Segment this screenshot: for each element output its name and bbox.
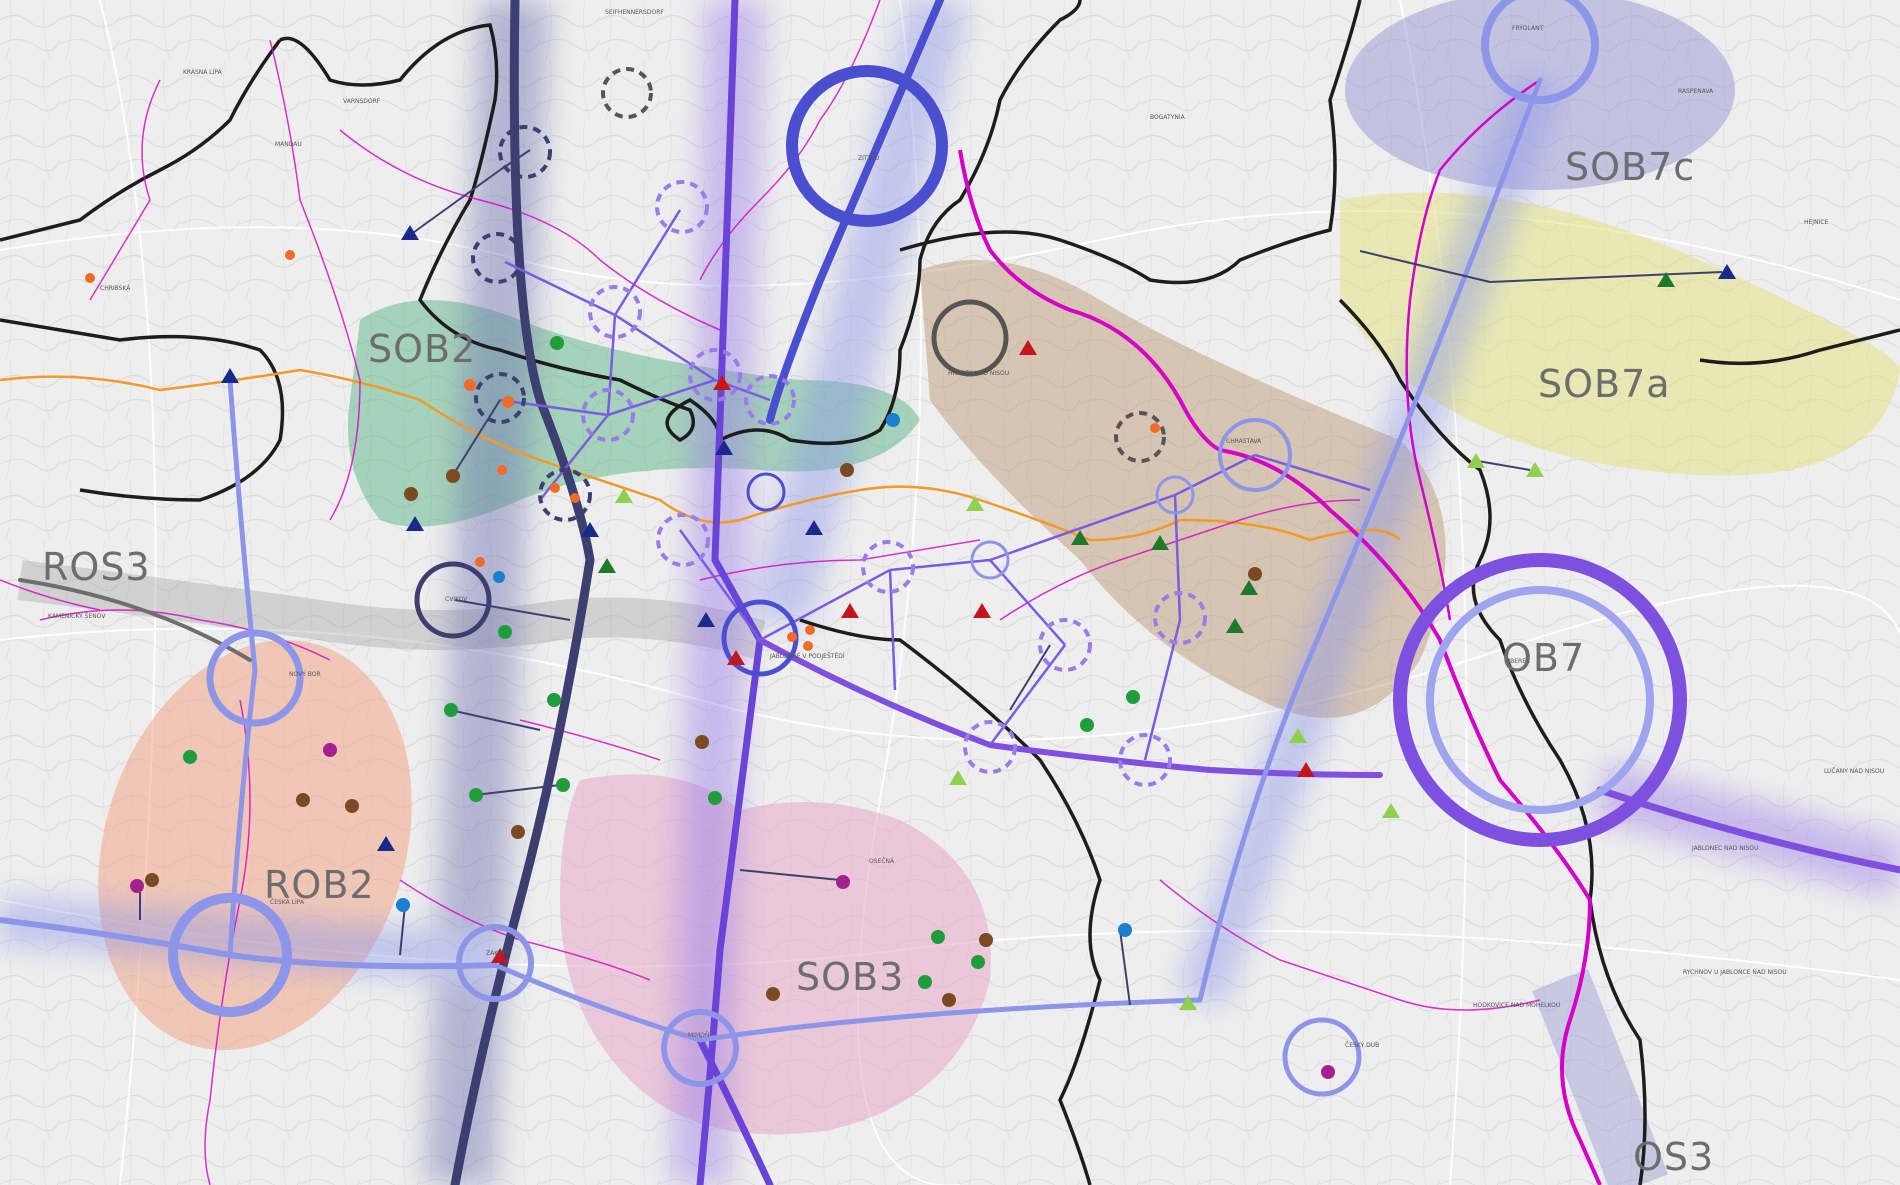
zone-label-sob7a: SOB7a <box>1538 362 1671 406</box>
svg-text:MIMOŇ: MIMOŇ <box>688 1032 709 1039</box>
svg-text:BOGATYNIA: BOGATYNIA <box>1150 114 1186 121</box>
svg-text:ZITTAU: ZITTAU <box>858 155 879 162</box>
svg-text:MANDAU: MANDAU <box>275 141 302 148</box>
svg-text:HRÁDEK NAD NISOU: HRÁDEK NAD NISOU <box>948 370 1009 377</box>
svg-text:CHRIBSKÁ: CHRIBSKÁ <box>100 285 131 292</box>
svg-text:KAMENICKÝ ŠENOV: KAMENICKÝ ŠENOV <box>48 613 106 620</box>
svg-text:HODKOVICE NAD MOHELKOU: HODKOVICE NAD MOHELKOU <box>1473 1002 1560 1009</box>
svg-text:OSEČNÁ: OSEČNÁ <box>869 858 895 865</box>
svg-text:FRÝDLANT: FRÝDLANT <box>1512 25 1544 32</box>
zone-label-rob2: ROB2 <box>264 863 375 907</box>
svg-text:LUČANY NAD NISOU: LUČANY NAD NISOU <box>1824 768 1884 775</box>
svg-text:CHRASTAVA: CHRASTAVA <box>1226 438 1262 445</box>
zone-label-sob7c: SOB7c <box>1565 145 1695 189</box>
svg-text:JABLONNÉ V PODJEŠTĚDÍ: JABLONNÉ V PODJEŠTĚDÍ <box>769 652 845 660</box>
svg-text:KRÁSNÁ LÍPA: KRÁSNÁ LÍPA <box>183 69 223 76</box>
regional-development-map: KRÁSNÁ LÍPA SEIFHENNERSDORF VARNSDORF MA… <box>0 0 1900 1185</box>
svg-text:VARNSDORF: VARNSDORF <box>343 98 381 105</box>
svg-text:NOVÝ BOR: NOVÝ BOR <box>289 671 321 678</box>
svg-text:JABLONEC NAD NISOU: JABLONEC NAD NISOU <box>1691 845 1758 852</box>
zone-label-ros3: ROS3 <box>42 545 151 589</box>
svg-text:RYCHNOV U JABLONCE NAD NISOU: RYCHNOV U JABLONCE NAD NISOU <box>1683 969 1787 976</box>
zone-label-sob3: SOB3 <box>796 955 904 999</box>
zone-label-ob7: OB7 <box>1502 636 1585 680</box>
svg-text:HEJNICE: HEJNICE <box>1804 219 1829 226</box>
svg-text:CVIKOV: CVIKOV <box>445 596 468 603</box>
zone-label-sob2: SOB2 <box>368 327 476 371</box>
svg-text:RASPENAVA: RASPENAVA <box>1678 88 1714 95</box>
svg-text:ČESKÝ DUB: ČESKÝ DUB <box>1345 1042 1379 1049</box>
zone-label-os3: OS3 <box>1633 1135 1714 1179</box>
svg-text:SEIFHENNERSDORF: SEIFHENNERSDORF <box>605 9 664 16</box>
svg-text:ZÁKUPY: ZÁKUPY <box>486 950 510 957</box>
